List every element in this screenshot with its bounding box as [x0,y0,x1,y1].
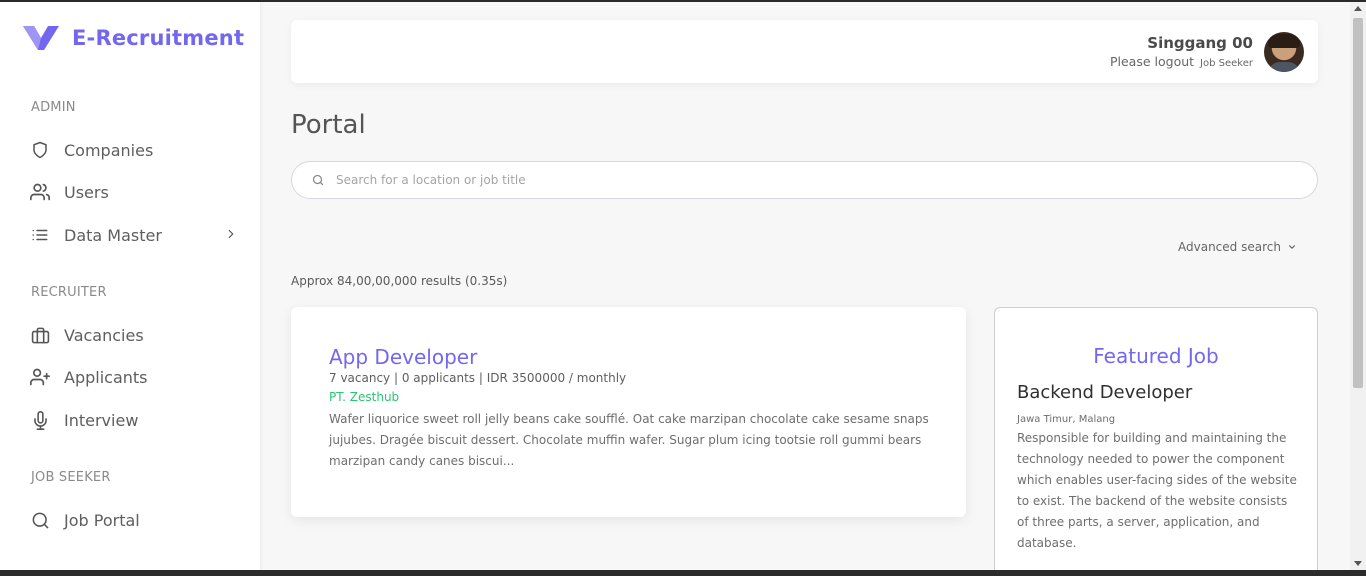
job-title[interactable]: App Developer [329,345,477,369]
job-card[interactable]: App Developer 7 vacancy | 0 applicants |… [291,307,966,517]
sidebar-item-interview[interactable]: Interview [30,405,240,435]
sidebar-item-label: Job Portal [64,510,140,530]
scrollbar-thumb[interactable] [1353,18,1363,388]
user-plus-icon [30,367,50,387]
section-title-admin: ADMIN [31,100,76,115]
shield-icon [30,140,50,160]
brand-logo-icon [23,26,59,50]
sidebar-item-label: Companies [64,140,154,160]
briefcase-icon [30,325,50,345]
featured-job-description: Responsible for building and maintaining… [1017,431,1297,550]
advanced-search-label: Advanced search [1178,240,1281,254]
avatar[interactable] [1264,32,1304,72]
scroll-up-arrow-icon[interactable] [1354,6,1362,11]
brand-name: E-Recruitment [72,26,245,50]
featured-job-location: Jawa Timur, Malang [1017,414,1116,425]
job-company: PT. Zesthub [329,390,400,404]
featured-job-card[interactable]: Featured Job Backend Developer Jawa Timu… [994,307,1318,576]
sidebar-item-label: Vacancies [64,325,144,345]
results-count: Approx 84,00,00,000 results (0.35s) [291,274,508,288]
user-name[interactable]: Singgang 00 [1147,34,1253,52]
chevron-right-icon [228,229,234,239]
sidebar-item-job-portal[interactable]: Job Portal [30,505,240,535]
sidebar-item-label: Interview [64,410,139,430]
sidebar-item-companies[interactable]: Companies [30,135,240,165]
search-input[interactable] [336,173,1236,187]
section-title-job-seeker: JOB SEEKER [31,470,111,485]
featured-heading: Featured Job [1093,344,1219,368]
logout-hint: Please logout [1109,54,1195,69]
user-role: Job Seeker [1200,58,1253,69]
user-subtitle[interactable]: Please logout Job Seeker [1110,54,1253,69]
users-icon [30,182,50,202]
sidebar-item-label: Applicants [64,367,148,387]
search-icon [312,174,324,186]
search-bar[interactable] [291,161,1318,199]
page-title: Portal [291,110,366,140]
list-icon [30,225,50,245]
brand[interactable]: E-Recruitment [22,24,244,52]
microphone-icon [30,410,50,430]
sidebar-item-users[interactable]: Users [30,177,240,207]
avatar-hair [1268,34,1300,48]
sidebar-item-vacancies[interactable]: Vacancies [30,320,240,350]
page-scrollbar[interactable] [1350,2,1366,570]
sidebar-item-label: Data Master [64,225,162,245]
job-meta: 7 vacancy | 0 applicants | IDR 3500000 /… [329,371,627,385]
window-bottom-border [0,570,1366,576]
sidebar-item-label: Users [64,182,109,202]
scroll-down-arrow-icon[interactable] [1354,561,1362,566]
search-icon [30,510,50,530]
job-description: Wafer liquorice sweet roll jelly beans c… [329,412,929,468]
section-title-recruiter: RECRUITER [31,285,107,300]
chevron-down-icon [1288,245,1295,249]
featured-job-title[interactable]: Backend Developer [1017,382,1192,403]
sidebar: E-Recruitment ADMIN Companies Users Data… [0,2,260,570]
avatar-shirt [1268,62,1300,72]
sidebar-item-applicants[interactable]: Applicants [30,362,240,392]
advanced-search-toggle[interactable]: Advanced search [1178,240,1297,254]
top-navbar: Singgang 00 Please logout Job Seeker [291,20,1318,83]
sidebar-item-data-master[interactable]: Data Master [30,220,240,250]
